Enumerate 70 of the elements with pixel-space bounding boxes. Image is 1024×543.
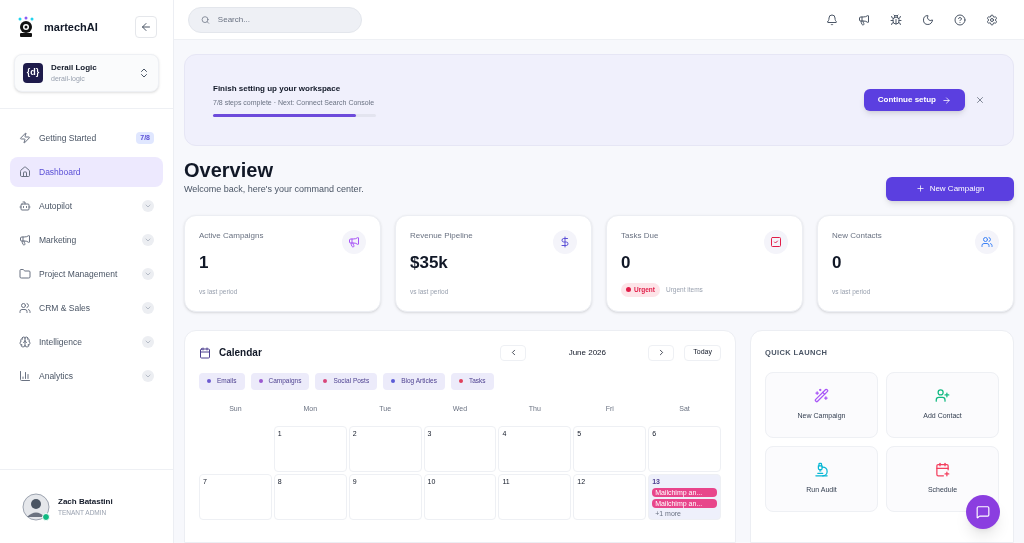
- nav-item[interactable]: Dashboard: [10, 157, 163, 187]
- user-name: Zach Batastini: [58, 495, 113, 508]
- bell-icon: [826, 13, 838, 26]
- new-campaign-button[interactable]: New Campaign: [886, 176, 1014, 201]
- calendar-title: Calendar: [219, 346, 262, 360]
- brand-name: martechAI: [44, 19, 98, 35]
- nav-label: Dashboard: [39, 165, 82, 179]
- nav-item[interactable]: Project Management: [10, 259, 163, 289]
- nav-item[interactable]: Marketing: [10, 225, 163, 255]
- nav-label: Analytics: [39, 369, 74, 383]
- close-icon: [975, 95, 985, 105]
- stat-value: 1: [199, 251, 210, 274]
- bug-icon: [890, 13, 902, 26]
- megaphone-icon: [858, 13, 870, 26]
- page-title: Overview: [184, 158, 274, 183]
- nav-label: Marketing: [39, 233, 78, 247]
- people-icon: [19, 302, 31, 314]
- switcher-icon: [138, 67, 150, 79]
- nav-label: CRM & Sales: [39, 301, 91, 315]
- calendar-plus-icon: [935, 462, 950, 477]
- stat-label: New Contacts: [832, 229, 882, 242]
- continue-setup-button[interactable]: Continue setup: [863, 89, 965, 111]
- workspace-logo: {d}: [23, 63, 43, 83]
- nav-label: Project Management: [39, 267, 119, 281]
- robot-icon: [19, 200, 31, 212]
- nav-label: Intelligence: [39, 335, 83, 349]
- close-button[interactable]: [975, 95, 985, 105]
- magic-wand-icon: [814, 388, 829, 403]
- lightning-icon: [19, 132, 31, 144]
- stat-label: Revenue Pipeline: [410, 229, 473, 242]
- search-icon: [201, 14, 210, 25]
- calendar-icon: [199, 346, 211, 359]
- brain-icon: [19, 336, 31, 348]
- stat-value: $35k: [410, 251, 449, 274]
- checkbox-icon: [770, 235, 782, 248]
- chat-icon: [976, 505, 990, 519]
- help-icon: [954, 13, 966, 26]
- bar-chart-icon: [19, 370, 31, 382]
- setup-title: Finish setting up your workspace: [213, 83, 342, 96]
- nav-item[interactable]: Analytics: [10, 361, 163, 391]
- search-field[interactable]: Search...: [188, 6, 362, 33]
- plus-icon: [915, 184, 925, 193]
- arrow-right-icon: [942, 95, 951, 105]
- arrow-left-icon: [140, 21, 152, 33]
- nav-item[interactable]: Intelligence: [10, 327, 163, 357]
- microscope-icon: [814, 462, 829, 477]
- dollar-icon: [559, 235, 571, 248]
- nav-label: Autopilot: [39, 199, 74, 213]
- home-icon: [19, 166, 31, 178]
- nav-item[interactable]: CRM & Sales: [10, 293, 163, 323]
- robot-logo-icon: [16, 16, 36, 38]
- megaphone-icon: [19, 234, 31, 246]
- megaphone-icon: [348, 235, 360, 248]
- avatar: [22, 492, 50, 521]
- nav-item[interactable]: Autopilot: [10, 191, 163, 221]
- stat-value: 0: [832, 251, 843, 274]
- stat-value: 0: [621, 251, 632, 274]
- page-subtitle: Welcome back, here's your command center.: [184, 183, 364, 196]
- folder-icon: [19, 268, 31, 280]
- nav-label: Getting Started: [39, 131, 98, 145]
- add-person-icon: [935, 388, 950, 403]
- stat-label: Tasks Due: [621, 229, 659, 242]
- month-label: June 2026: [567, 346, 607, 359]
- search-input[interactable]: Search...: [217, 13, 349, 26]
- stat-label: Active Campaigns: [199, 229, 264, 242]
- people-icon: [981, 235, 993, 248]
- settings-icon: [986, 13, 998, 26]
- workspace-name: Derail Logic: [51, 61, 98, 74]
- moon-icon: [922, 13, 934, 26]
- collapse-sidebar-button[interactable]: [135, 16, 157, 38]
